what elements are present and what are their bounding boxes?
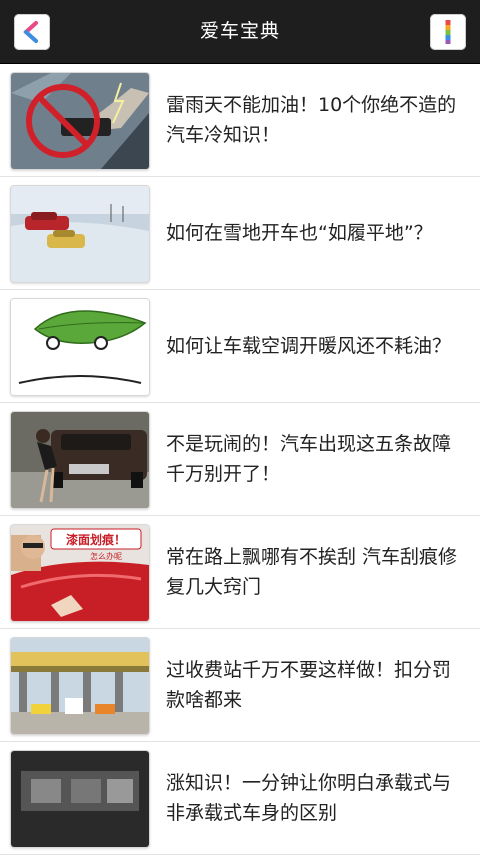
list-item[interactable]: 漆面划痕！ 怎么办呢 常在路上飘哪有不挨刮 汽车刮痕修复几大窍门 — [0, 516, 480, 629]
article-thumbnail: 漆面划痕！ 怎么办呢 — [10, 524, 150, 622]
article-thumbnail — [10, 411, 150, 509]
article-title: 过收费站千万不要这样做！扣分罚款啥都来 — [166, 659, 452, 711]
top-bar: 爱车宝典 — [0, 0, 480, 64]
article-thumbnail — [10, 637, 150, 735]
article-thumbnail — [10, 298, 150, 396]
article-thumbnail — [10, 185, 150, 283]
scratch-sub-text: 怎么办呢 — [90, 551, 122, 561]
list-item[interactable]: 雷雨天不能加油！10个你绝不造的汽车冷知识！ — [0, 64, 480, 177]
list-item[interactable]: 涨知识！一分钟让你明白承载式与非承载式车身的区别 — [0, 742, 480, 855]
article-thumbnail — [10, 750, 150, 848]
article-title: 如何在雪地开车也“如履平地”？ — [166, 222, 433, 244]
scratch-sign-text: 漆面划痕！ — [66, 532, 126, 547]
no-refuel-lightning-image — [11, 73, 149, 169]
toll-station-image — [11, 638, 149, 734]
list-item[interactable]: 过收费站千万不要这样做！扣分罚款啥都来 — [0, 629, 480, 742]
woman-car-image — [11, 412, 149, 508]
list-item[interactable]: 如何让车载空调开暖风还不耗油？ — [0, 290, 480, 403]
menu-icon — [445, 20, 451, 44]
car-scratch-image: 漆面划痕！ 怎么办呢 — [11, 525, 149, 621]
article-thumbnail — [10, 72, 150, 170]
article-title: 不是玩闹的！汽车出现这五条故障千万别开了！ — [166, 433, 452, 485]
list-item[interactable]: 如何在雪地开车也“如履平地”？ — [0, 177, 480, 290]
menu-button[interactable] — [430, 14, 466, 50]
article-title: 涨知识！一分钟让你明白承载式与非承载式车身的区别 — [166, 772, 452, 824]
article-title: 常在路上飘哪有不挨刮 汽车刮痕修复几大窍门 — [166, 546, 458, 598]
leaf-car-image — [11, 299, 149, 395]
article-title: 雷雨天不能加油！10个你绝不造的汽车冷知识！ — [166, 94, 457, 146]
article-list: 雷雨天不能加油！10个你绝不造的汽车冷知识！ 如何在雪地开车也“如履平地”？ 如… — [0, 64, 480, 855]
page-title: 爱车宝典 — [199, 20, 280, 42]
snow-driving-image — [11, 186, 149, 282]
list-item[interactable]: 不是玩闹的！汽车出现这五条故障千万别开了！ — [0, 403, 480, 516]
car-frame-image — [11, 751, 149, 847]
article-title: 如何让车载空调开暖风还不耗油？ — [166, 335, 452, 357]
